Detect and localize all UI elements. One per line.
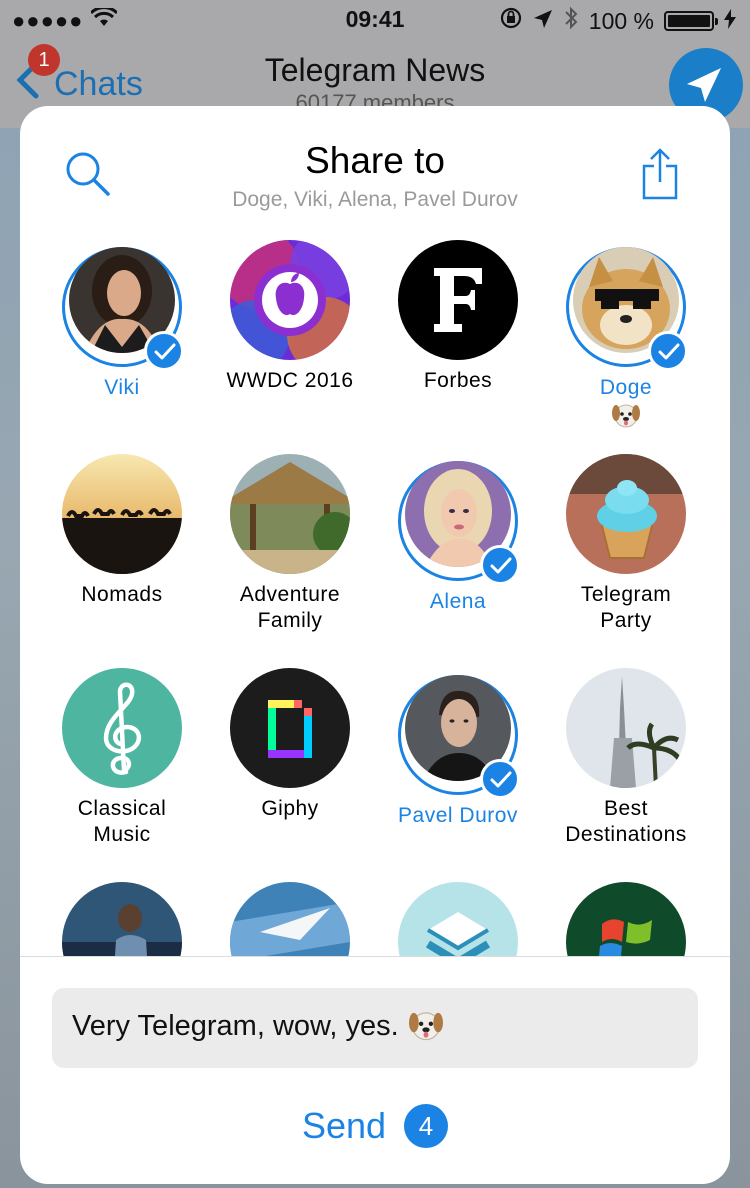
selected-check-icon	[144, 331, 184, 371]
contact-name: Giphy	[261, 797, 319, 820]
contact-doge[interactable]: Doge	[542, 240, 710, 429]
divider	[20, 956, 730, 957]
send-label: Send	[301, 1105, 387, 1146]
selected-recipients: Doge, Viki, Alena, Pavel Durov	[232, 188, 518, 211]
contact-name: Telegram Party	[542, 582, 710, 634]
contact-wwdc-2016[interactable]: WWDC 2016	[206, 240, 374, 394]
message-input[interactable]: Very Telegram, wow, yes.	[52, 988, 698, 1068]
avatar	[62, 882, 182, 956]
contact-name-line1: Classical	[77, 797, 167, 820]
contact-name: Nomads	[81, 583, 163, 606]
avatar-wrap	[230, 240, 350, 360]
message-text: Very Telegram, wow, yes.	[72, 1010, 445, 1043]
avatar	[566, 882, 686, 956]
contacts-grid: Viki WWDC 2016 Forbes Doge Nomads Advent…	[20, 240, 730, 956]
avatar-wrap	[230, 668, 350, 788]
contact-pavel-durov[interactable]: Pavel Durov	[374, 668, 542, 829]
avatar	[566, 454, 686, 574]
contact-name-line1: Telegram	[580, 583, 672, 606]
share-sheet: Share to Doge, Viki, Alena, Pavel Durov	[20, 106, 730, 1184]
avatar-wrap	[62, 882, 182, 956]
status-bar: ●●●●● 09:41 100 %	[0, 0, 750, 40]
message-text-content: Very Telegram, wow, yes.	[72, 1010, 399, 1042]
contact-name: Doge	[599, 376, 653, 399]
avatar-wrap	[398, 882, 518, 956]
share-icon[interactable]	[640, 148, 680, 200]
avatar-wrap	[398, 240, 518, 360]
dog-face-emoji-icon	[407, 1010, 445, 1042]
contact-alena[interactable]: Alena	[374, 454, 542, 615]
contact-forbes[interactable]: Forbes	[374, 240, 542, 394]
avatar-wrap	[62, 454, 182, 574]
avatar-wrap	[62, 668, 182, 788]
avatar	[398, 882, 518, 956]
contact-telegram-party[interactable]: Telegram Party	[542, 454, 710, 634]
chat-title: Telegram News	[264, 52, 486, 88]
send-count-badge: 4	[404, 1104, 449, 1148]
contact-adventure-family[interactable]: Adventure Family	[206, 454, 374, 634]
contact-name: Adventure Family	[206, 582, 374, 634]
avatar-wrap	[566, 668, 686, 788]
contact-name-line1: Adventure	[239, 583, 341, 606]
avatar	[62, 668, 182, 788]
selected-check-icon	[648, 331, 688, 371]
rotation-lock-icon	[499, 6, 523, 36]
contact-partial-3[interactable]	[374, 882, 542, 956]
avatar	[230, 454, 350, 574]
status-right: 100 %	[499, 6, 736, 36]
battery-percentage: 100 %	[588, 7, 654, 34]
avatar	[230, 240, 350, 360]
contact-name-line2: Music	[93, 823, 151, 846]
share-sheet-header: Share to Doge, Viki, Alena, Pavel Durov	[20, 106, 730, 226]
avatar	[230, 882, 350, 956]
avatar-wrap	[566, 454, 686, 574]
battery-icon	[664, 11, 718, 31]
location-arrow-icon	[533, 8, 553, 35]
avatar-wrap	[398, 675, 520, 799]
avatar	[230, 668, 350, 788]
avatar	[398, 240, 518, 360]
bluetooth-icon	[563, 6, 579, 36]
avatar	[566, 668, 686, 788]
dog-face-emoji-icon	[542, 401, 710, 429]
avatar-wrap	[566, 247, 688, 371]
selected-check-icon	[480, 545, 520, 585]
contact-name-line2: Family	[257, 609, 323, 632]
avatar	[62, 454, 182, 574]
avatar-wrap	[566, 882, 686, 956]
share-sheet-title: Share to	[305, 140, 445, 181]
charging-bolt-icon	[724, 8, 736, 35]
send-button[interactable]: Send 4	[20, 1096, 730, 1156]
contact-best-destinations[interactable]: Best Destinations	[542, 668, 710, 848]
contact-viki[interactable]: Viki	[38, 240, 206, 401]
avatar-wrap	[230, 454, 350, 574]
contact-partial-2[interactable]	[206, 882, 374, 956]
contact-name: Viki	[104, 376, 140, 399]
contact-name: Pavel Durov	[398, 804, 518, 827]
contact-name-line1: Best	[603, 797, 649, 820]
contact-name: Best Destinations	[542, 796, 710, 848]
selected-check-icon	[480, 759, 520, 799]
contact-partial-4[interactable]	[542, 882, 710, 956]
contact-name-line2: Destinations	[565, 823, 687, 846]
avatar-wrap	[398, 461, 520, 585]
contact-name: Classical Music	[38, 796, 206, 848]
contact-name: Forbes	[423, 369, 493, 392]
avatar-wrap	[62, 247, 184, 371]
contact-name: WWDC 2016	[226, 369, 354, 392]
contact-nomads[interactable]: Nomads	[38, 454, 206, 608]
contact-name: Alena	[429, 590, 487, 613]
contact-partial-1[interactable]	[38, 882, 206, 956]
avatar-wrap	[230, 882, 350, 956]
contact-name-line2: Party	[600, 609, 652, 632]
contact-giphy[interactable]: Giphy	[206, 668, 374, 822]
contact-classical-music[interactable]: Classical Music	[38, 668, 206, 848]
